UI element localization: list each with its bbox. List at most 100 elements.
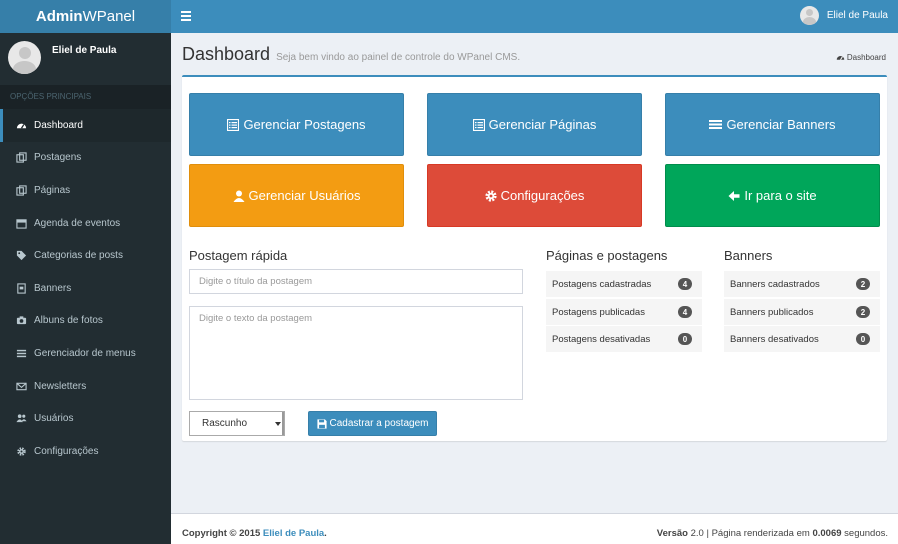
- sidebar-item-label: Albuns de fotos: [34, 315, 103, 327]
- stat-label: Banners cadastrados: [730, 278, 820, 290]
- dashboard-icon: [16, 120, 27, 131]
- dashboard-box: Gerenciar Postagens Gerenciar Páginas Ge…: [182, 75, 887, 441]
- dashboard-icon: [836, 56, 845, 61]
- logo-text: WPanel: [82, 8, 136, 25]
- copyright-period: .: [324, 528, 327, 539]
- stat-label: Postagens desativadas: [552, 333, 651, 345]
- sidebar-item-categorias[interactable]: Categorias de posts: [0, 239, 171, 272]
- logo-bold-text: Admin: [35, 8, 83, 25]
- post-status-select[interactable]: Rascunho: [189, 411, 285, 436]
- sidebar-item-newsletters[interactable]: Newsletters: [0, 370, 171, 403]
- sidebar-item-label: Páginas: [34, 184, 71, 196]
- list-item: Postagens desativadas 0: [546, 326, 702, 352]
- stat-label: Banners desativados: [730, 333, 819, 345]
- top-navbar: Eliel de Paula: [171, 0, 898, 33]
- breadcrumb-label: Dashboard: [846, 53, 886, 62]
- count-badge: 2: [856, 306, 870, 318]
- sidebar: Eliel de Paula OPÇÕES PRINCIPAIS Dashboa…: [0, 33, 171, 544]
- footer: Copyright © 2015 Eliel de Paula. Versão …: [171, 513, 898, 544]
- submit-post-button[interactable]: Cadastrar a postagem: [308, 411, 437, 436]
- submit-post-label: Cadastrar a postagem: [329, 418, 429, 429]
- sidebar-item-paginas[interactable]: Páginas: [0, 174, 171, 207]
- top-user-name: Eliel de Paula: [826, 10, 888, 21]
- sidebar-item-agenda[interactable]: Agenda de eventos: [0, 207, 171, 240]
- hamburger-menu-icon[interactable]: [181, 9, 191, 23]
- sidebar-avatar-icon: [8, 41, 41, 74]
- list-item: Banners cadastrados 2: [724, 271, 880, 297]
- sidebar-item-albuns[interactable]: Albuns de fotos: [0, 305, 171, 338]
- sidebar-item-configuracoes[interactable]: Configurações: [0, 435, 171, 468]
- users-icon: [16, 413, 27, 424]
- list-icon: [709, 119, 723, 131]
- quick-post-title: Postagem rápida: [189, 248, 288, 263]
- sidebar-item-usuarios[interactable]: Usuários: [0, 402, 171, 435]
- camera-icon: [16, 315, 27, 326]
- app-logo[interactable]: Admin WPanel: [0, 0, 171, 33]
- settings-button[interactable]: Configurações: [427, 164, 642, 227]
- status-select-value: Rascunho: [202, 418, 248, 429]
- manage-pages-button[interactable]: Gerenciar Páginas: [427, 93, 642, 156]
- breadcrumb[interactable]: Dashboard: [836, 53, 886, 62]
- sidebar-item-label: Gerenciador de menus: [34, 347, 136, 359]
- manage-posts-label: Gerenciar Postagens: [243, 117, 366, 132]
- settings-label: Configurações: [500, 188, 585, 203]
- user-menu[interactable]: Eliel de Paula: [799, 6, 888, 25]
- count-badge: 0: [678, 333, 692, 345]
- manage-pages-label: Gerenciar Páginas: [488, 117, 597, 132]
- page-title: Dashboard: [182, 44, 271, 64]
- version-label: Versão: [656, 528, 688, 539]
- sidebar-item-label: Agenda de eventos: [34, 217, 121, 229]
- copyright-text: Copyright © 2015: [182, 528, 261, 539]
- sidebar-item-postagens[interactable]: Postagens: [0, 142, 171, 175]
- gear-icon: [484, 189, 497, 202]
- sidebar-item-label: Newsletters: [34, 380, 87, 392]
- page-subtitle: Seja bem vindo ao painel de controle do …: [276, 52, 521, 63]
- count-badge: 0: [856, 333, 870, 345]
- gear-icon: [16, 446, 27, 457]
- floppy-disk-icon: [316, 418, 327, 429]
- banner-icon: [16, 283, 27, 294]
- count-badge: 4: [678, 278, 692, 290]
- post-text-textarea[interactable]: Digite o texto da postagem: [189, 306, 523, 400]
- sidebar-section-header: OPÇÕES PRINCIPAIS: [0, 85, 171, 109]
- manage-posts-button[interactable]: Gerenciar Postagens: [189, 93, 404, 156]
- content-header: Dashboard Seja bem vindo ao painel de con…: [182, 44, 520, 65]
- stat-label: Postagens cadastradas: [552, 278, 652, 290]
- list-alt-icon: [472, 118, 485, 131]
- sidebar-item-banners[interactable]: Banners: [0, 272, 171, 305]
- go-to-site-button[interactable]: Ir para o site: [665, 164, 880, 227]
- user-avatar-icon: [799, 6, 819, 25]
- tag-icon: [16, 250, 27, 261]
- render-time: 0.0069: [812, 528, 842, 539]
- sidebar-item-label: Dashboard: [34, 119, 83, 131]
- manage-banners-label: Gerenciar Banners: [726, 117, 836, 132]
- footer-copyright: Copyright © 2015 Eliel de Paula.: [182, 528, 327, 539]
- version-value: 2.0: [690, 528, 704, 539]
- post-title-input[interactable]: Digite o título da postagem: [189, 269, 523, 294]
- list-icon: [16, 348, 27, 359]
- calendar-icon: [16, 218, 27, 229]
- select-caret-icon: [275, 422, 281, 426]
- list-item: Postagens publicadas 4: [546, 299, 702, 325]
- banners-title: Banners: [724, 248, 773, 263]
- sidebar-item-dashboard[interactable]: Dashboard: [0, 109, 171, 142]
- manage-users-button[interactable]: Gerenciar Usuários: [189, 164, 404, 227]
- sidebar-item-label: Usuários: [34, 413, 74, 425]
- manage-banners-button[interactable]: Gerenciar Banners: [665, 93, 880, 156]
- list-item: Banners desativados 0: [724, 326, 880, 352]
- copy-icon: [16, 152, 27, 164]
- sidebar-item-label: Configurações: [34, 445, 99, 457]
- manage-users-label: Gerenciar Usuários: [248, 188, 361, 203]
- sidebar-item-menus[interactable]: Gerenciador de menus: [0, 337, 171, 370]
- list-item: Banners publicados 2: [724, 299, 880, 325]
- author-link[interactable]: Eliel de Paula: [263, 528, 324, 539]
- count-badge: 2: [856, 278, 870, 290]
- sidebar-item-label: Postagens: [34, 152, 82, 164]
- copy-icon: [16, 185, 27, 196]
- render-unit: segundos.: [844, 528, 888, 539]
- render-text: | Página renderizada em: [706, 528, 810, 539]
- sidebar-item-label: Banners: [34, 282, 72, 294]
- go-to-site-label: Ir para o site: [744, 188, 817, 203]
- stat-label: Postagens publicadas: [552, 306, 645, 318]
- sidebar-item-label: Categorias de posts: [34, 250, 123, 262]
